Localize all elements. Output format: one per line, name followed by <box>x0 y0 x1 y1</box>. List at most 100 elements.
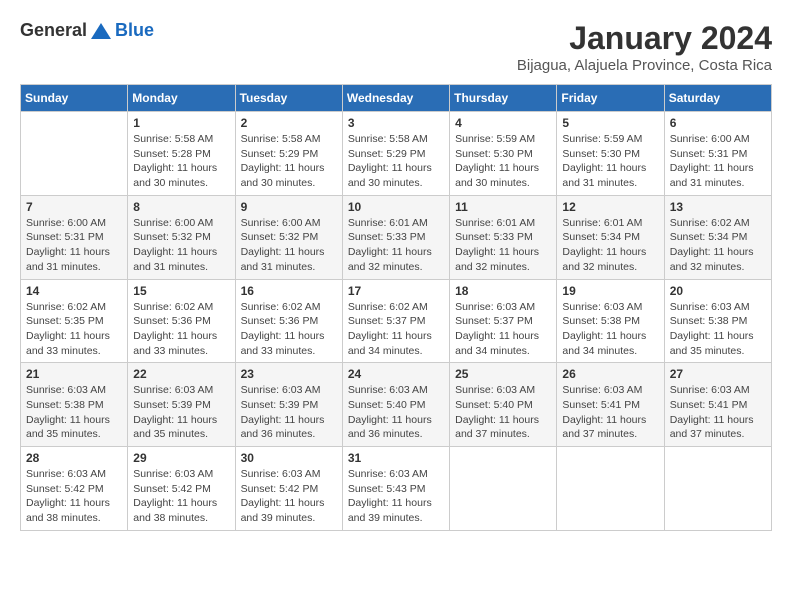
calendar-cell: 10Sunrise: 6:01 AMSunset: 5:33 PMDayligh… <box>342 195 449 279</box>
day-info: Sunrise: 6:03 AMSunset: 5:41 PMDaylight:… <box>562 383 658 442</box>
day-number: 25 <box>455 367 551 381</box>
calendar-week-2: 7 Sunrise: 6:00 AMSunset: 5:31 PMDaylight… <box>21 195 772 279</box>
day-info: Sunrise: 6:03 AMSunset: 5:38 PMDaylight:… <box>562 300 658 359</box>
calendar-body: 1Sunrise: 5:58 AMSunset: 5:28 PMDaylight… <box>21 112 772 531</box>
day-number: 31 <box>348 451 444 465</box>
day-header-monday: Monday <box>128 85 235 112</box>
main-title: January 2024 <box>517 20 772 57</box>
day-info: Sunrise: 6:03 AMSunset: 5:43 PMDaylight:… <box>348 467 444 526</box>
day-info: Sunrise: 5:58 AMSunset: 5:29 PMDaylight:… <box>241 132 337 191</box>
day-number: 18 <box>455 284 551 298</box>
calendar-cell: 11Sunrise: 6:01 AMSunset: 5:33 PMDayligh… <box>450 195 557 279</box>
calendar-cell <box>21 112 128 196</box>
day-header-friday: Friday <box>557 85 664 112</box>
calendar-cell: 16 Sunrise: 6:02 AMSunset: 5:36 PMDayligh… <box>235 279 342 363</box>
calendar-cell: 27Sunrise: 6:03 AMSunset: 5:41 PMDayligh… <box>664 363 771 447</box>
day-info: Sunrise: 6:03 AMSunset: 5:37 PMDaylight:… <box>455 300 551 359</box>
day-number: 29 <box>133 451 229 465</box>
day-info: Sunrise: 6:03 AMSunset: 5:39 PMDaylight:… <box>133 383 229 442</box>
day-info: Sunrise: 6:02 AMSunset: 5:37 PMDaylight:… <box>348 300 444 359</box>
calendar-cell: 8 Sunrise: 6:00 AMSunset: 5:32 PMDaylight… <box>128 195 235 279</box>
calendar-cell: 4 Sunrise: 5:59 AMSunset: 5:30 PMDaylight… <box>450 112 557 196</box>
day-number: 30 <box>241 451 337 465</box>
day-header-thursday: Thursday <box>450 85 557 112</box>
day-info: Sunrise: 6:03 AMSunset: 5:38 PMDaylight:… <box>670 300 766 359</box>
calendar-week-3: 14 Sunrise: 6:02 AMSunset: 5:35 PMDayligh… <box>21 279 772 363</box>
day-header-wednesday: Wednesday <box>342 85 449 112</box>
calendar-cell: 29Sunrise: 6:03 AMSunset: 5:42 PMDayligh… <box>128 447 235 531</box>
logo: General Blue <box>20 20 154 41</box>
day-number: 22 <box>133 367 229 381</box>
calendar-cell: 21 Sunrise: 6:03 AMSunset: 5:38 PMDayligh… <box>21 363 128 447</box>
calendar-cell: 18 Sunrise: 6:03 AMSunset: 5:37 PMDayligh… <box>450 279 557 363</box>
day-info: Sunrise: 6:02 AMSunset: 5:36 PMDaylight:… <box>133 300 229 359</box>
day-number: 8 <box>133 200 229 214</box>
day-info: Sunrise: 5:59 AMSunset: 5:30 PMDaylight:… <box>455 132 551 191</box>
calendar-cell: 2 Sunrise: 5:58 AMSunset: 5:29 PMDaylight… <box>235 112 342 196</box>
day-number: 11 <box>455 200 551 214</box>
day-info: Sunrise: 6:02 AMSunset: 5:36 PMDaylight:… <box>241 300 337 359</box>
day-number: 20 <box>670 284 766 298</box>
day-number: 2 <box>241 116 337 130</box>
day-number: 19 <box>562 284 658 298</box>
day-number: 13 <box>670 200 766 214</box>
calendar-cell: 13 Sunrise: 6:02 AMSunset: 5:34 PMDayligh… <box>664 195 771 279</box>
day-info: Sunrise: 6:01 AMSunset: 5:34 PMDaylight:… <box>562 216 658 275</box>
calendar-header-row: SundayMondayTuesdayWednesdayThursdayFrid… <box>21 85 772 112</box>
day-info: Sunrise: 6:00 AMSunset: 5:32 PMDaylight:… <box>241 216 337 275</box>
calendar-table: SundayMondayTuesdayWednesdayThursdayFrid… <box>20 84 772 531</box>
calendar-cell: 23 Sunrise: 6:03 AMSunset: 5:39 PMDayligh… <box>235 363 342 447</box>
title-area: January 2024 Bijagua, Alajuela Province,… <box>517 20 772 74</box>
calendar-cell: 12 Sunrise: 6:01 AMSunset: 5:34 PMDayligh… <box>557 195 664 279</box>
calendar-cell: 31 Sunrise: 6:03 AMSunset: 5:43 PMDayligh… <box>342 447 449 531</box>
calendar-cell: 20 Sunrise: 6:03 AMSunset: 5:38 PMDayligh… <box>664 279 771 363</box>
calendar-cell: 19 Sunrise: 6:03 AMSunset: 5:38 PMDayligh… <box>557 279 664 363</box>
logo-icon <box>89 21 113 41</box>
calendar-cell: 25 Sunrise: 6:03 AMSunset: 5:40 PMDayligh… <box>450 363 557 447</box>
day-header-sunday: Sunday <box>21 85 128 112</box>
day-info: Sunrise: 6:02 AMSunset: 5:34 PMDaylight:… <box>670 216 766 275</box>
day-number: 16 <box>241 284 337 298</box>
day-header-tuesday: Tuesday <box>235 85 342 112</box>
day-number: 24 <box>348 367 444 381</box>
calendar-cell: 7 Sunrise: 6:00 AMSunset: 5:31 PMDaylight… <box>21 195 128 279</box>
day-number: 26 <box>562 367 658 381</box>
day-number: 23 <box>241 367 337 381</box>
day-number: 14 <box>26 284 122 298</box>
calendar-week-4: 21 Sunrise: 6:03 AMSunset: 5:38 PMDayligh… <box>21 363 772 447</box>
day-info: Sunrise: 6:03 AMSunset: 5:38 PMDaylight:… <box>26 383 122 442</box>
day-info: Sunrise: 6:01 AMSunset: 5:33 PMDaylight:… <box>348 216 444 275</box>
day-info: Sunrise: 5:59 AMSunset: 5:30 PMDaylight:… <box>562 132 658 191</box>
day-info: Sunrise: 6:00 AMSunset: 5:32 PMDaylight:… <box>133 216 229 275</box>
day-info: Sunrise: 6:03 AMSunset: 5:40 PMDaylight:… <box>455 383 551 442</box>
day-number: 6 <box>670 116 766 130</box>
calendar-cell: 30Sunrise: 6:03 AMSunset: 5:42 PMDayligh… <box>235 447 342 531</box>
calendar-cell: 28Sunrise: 6:03 AMSunset: 5:42 PMDayligh… <box>21 447 128 531</box>
calendar-cell: 6 Sunrise: 6:00 AMSunset: 5:31 PMDaylight… <box>664 112 771 196</box>
subtitle: Bijagua, Alajuela Province, Costa Rica <box>517 57 772 74</box>
logo-blue: Blue <box>115 20 154 41</box>
day-number: 12 <box>562 200 658 214</box>
header: General Blue January 2024 Bijagua, Alaju… <box>20 20 772 74</box>
day-info: Sunrise: 6:03 AMSunset: 5:40 PMDaylight:… <box>348 383 444 442</box>
day-number: 9 <box>241 200 337 214</box>
day-info: Sunrise: 6:00 AMSunset: 5:31 PMDaylight:… <box>670 132 766 191</box>
calendar-cell: 22 Sunrise: 6:03 AMSunset: 5:39 PMDayligh… <box>128 363 235 447</box>
day-number: 4 <box>455 116 551 130</box>
day-info: Sunrise: 6:02 AMSunset: 5:35 PMDaylight:… <box>26 300 122 359</box>
calendar-cell: 14 Sunrise: 6:02 AMSunset: 5:35 PMDayligh… <box>21 279 128 363</box>
day-number: 21 <box>26 367 122 381</box>
calendar-cell <box>450 447 557 531</box>
calendar-week-5: 28Sunrise: 6:03 AMSunset: 5:42 PMDayligh… <box>21 447 772 531</box>
day-info: Sunrise: 6:00 AMSunset: 5:31 PMDaylight:… <box>26 216 122 275</box>
day-info: Sunrise: 6:03 AMSunset: 5:39 PMDaylight:… <box>241 383 337 442</box>
day-number: 5 <box>562 116 658 130</box>
logo-general: General <box>20 20 87 41</box>
calendar-cell: 15Sunrise: 6:02 AMSunset: 5:36 PMDayligh… <box>128 279 235 363</box>
calendar-cell: 24 Sunrise: 6:03 AMSunset: 5:40 PMDayligh… <box>342 363 449 447</box>
calendar-cell: 17Sunrise: 6:02 AMSunset: 5:37 PMDayligh… <box>342 279 449 363</box>
day-number: 7 <box>26 200 122 214</box>
day-info: Sunrise: 5:58 AMSunset: 5:29 PMDaylight:… <box>348 132 444 191</box>
calendar-cell: 1Sunrise: 5:58 AMSunset: 5:28 PMDaylight… <box>128 112 235 196</box>
day-info: Sunrise: 5:58 AMSunset: 5:28 PMDaylight:… <box>133 132 229 191</box>
